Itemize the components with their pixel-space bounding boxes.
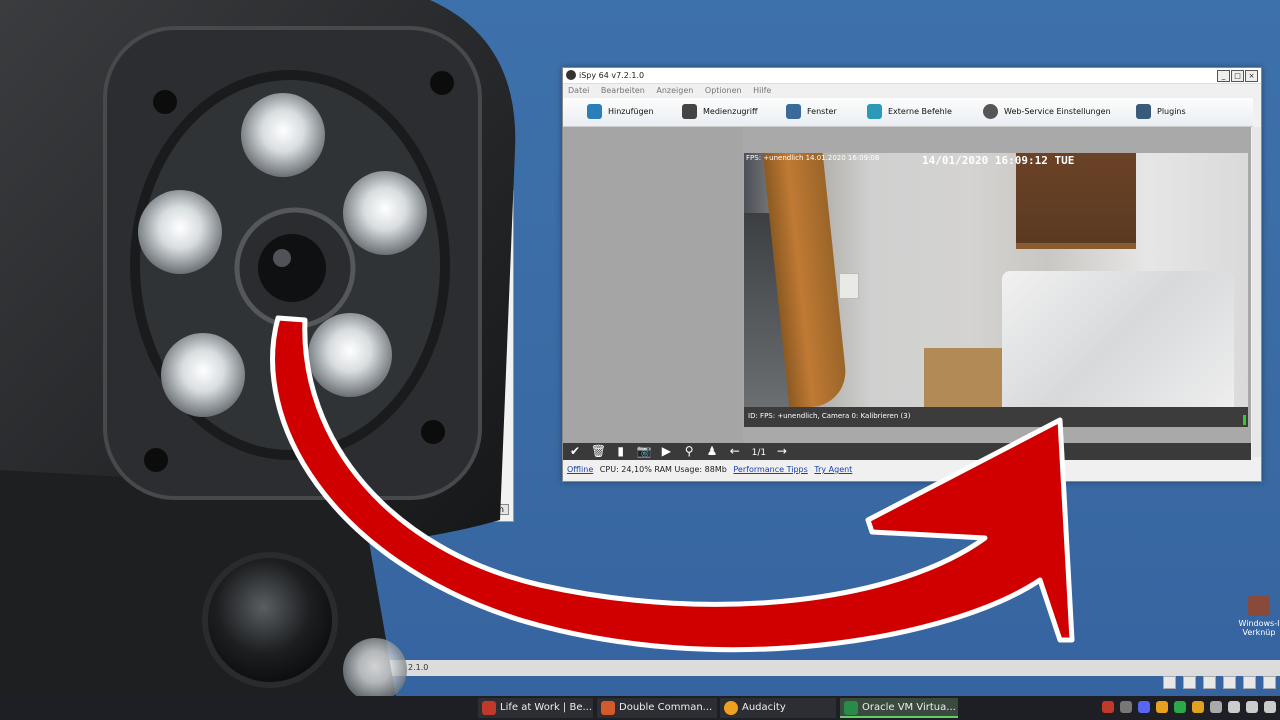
check-tray-icon[interactable]: [1174, 701, 1186, 713]
desktop-shortcut-label: Windows-I Verknüp: [1238, 619, 1280, 637]
arrow-left-icon[interactable]: ←: [728, 443, 742, 460]
feed-shelf: [1016, 153, 1136, 249]
task-label: Audacity: [742, 702, 786, 713]
task-oracle-vm[interactable]: Oracle VM Virtua...: [840, 698, 958, 718]
menu-optionen[interactable]: Optionen: [705, 86, 742, 95]
try-agent-link[interactable]: Try Agent: [814, 465, 852, 474]
vivaldi-icon: [482, 701, 496, 715]
save-icon[interactable]: ▮: [614, 443, 628, 460]
page-indicator: 1/1: [751, 448, 767, 458]
external-commands-icon: [867, 104, 882, 119]
cpu-usage: CPU: 24,10% RAM Usage: 88Mb: [599, 465, 727, 474]
menu-bearbeiten[interactable]: Bearbeiten: [601, 86, 645, 95]
menu-hilfe[interactable]: Hilfe: [753, 86, 771, 95]
tray-icon[interactable]: [1183, 676, 1196, 689]
ispy-window: iSpy 64 v7.2.1.0 _ □ × Datei Bearbeiten …: [562, 67, 1262, 482]
background-version-bar: 2.1.0: [380, 660, 1280, 676]
taskbar: Life at Work | Be... Double Comman... Au…: [0, 696, 1280, 720]
toolbar-window-label: Fenster: [807, 107, 837, 116]
camera-view[interactable]: FPS: +unendlich 14.01.2020 16:09:08 14/0…: [744, 153, 1248, 427]
camera-fps-overlay: FPS: +unendlich 14.01.2020 16:09:08: [746, 154, 880, 162]
camera-status: ID: FPS: +unendlich, Camera 0: Kalibrier…: [748, 412, 911, 420]
tray-icon[interactable]: [1243, 676, 1256, 689]
arrow-right-icon[interactable]: →: [775, 443, 789, 460]
background-window: nnen: [380, 190, 514, 522]
task-audacity[interactable]: Audacity: [720, 698, 836, 718]
toolbar-plugins-label: Plugins: [1157, 107, 1186, 116]
feed-light-switch: [839, 273, 859, 299]
task-label: Life at Work | Be...: [500, 702, 593, 713]
task-double-commander[interactable]: Double Comman...: [597, 698, 717, 718]
tray-app-icon[interactable]: [1192, 701, 1204, 713]
status-bar: Offline CPU: 24,10% RAM Usage: 88Mb Perf…: [563, 463, 1261, 477]
user-icon[interactable]: ♟: [705, 443, 719, 460]
plugins-icon: [1136, 104, 1151, 119]
menu-datei[interactable]: Datei: [568, 86, 589, 95]
double-commander-icon: [601, 701, 615, 715]
task-label: Oracle VM Virtua...: [862, 702, 956, 713]
shortcut-icon: [1248, 596, 1270, 616]
camera-toolbar: ✔ 🗑 ▮ 📷 ▶ ⚲ ♟ ← 1/1 →: [563, 443, 1251, 460]
window-icon: [786, 104, 801, 119]
system-tray: [1102, 701, 1276, 713]
minimize-button[interactable]: _: [1217, 70, 1230, 82]
toolbar-external-commands-label: Externe Befehle: [888, 107, 952, 116]
left-pane: [563, 127, 743, 443]
maximize-button[interactable]: □: [1231, 70, 1244, 82]
desktop-shortcut[interactable]: Windows-I Verknüp: [1238, 596, 1280, 637]
menu-anzeigen[interactable]: Anzeigen: [656, 86, 693, 95]
camera-timestamp: 14/01/2020 16:09:12 TUE: [922, 154, 1075, 167]
audacity-icon: [724, 701, 738, 715]
window-titlebar[interactable]: iSpy 64 v7.2.1.0 _ □ ×: [563, 68, 1261, 84]
secondary-tray: [1163, 676, 1276, 689]
microphone-icon[interactable]: [1120, 701, 1132, 713]
task-label: Double Comman...: [619, 702, 713, 713]
ispy-logo-icon: [566, 70, 576, 80]
camera-icon[interactable]: 📷: [636, 443, 651, 460]
toolbar-media-label: Medienzugriff: [703, 107, 758, 116]
web-service-icon: [983, 104, 998, 119]
background-window-button[interactable]: nnen: [478, 504, 509, 515]
close-button[interactable]: ×: [1245, 70, 1258, 82]
youtube-icon[interactable]: ▶: [659, 443, 673, 460]
tray-icon[interactable]: [1223, 676, 1236, 689]
tray-app-icon[interactable]: [1246, 701, 1258, 713]
task-life-at-work[interactable]: Life at Work | Be...: [478, 698, 593, 718]
camera-feed: FPS: +unendlich 14.01.2020 16:09:08 14/0…: [744, 153, 1248, 407]
toolbar-web-service-label: Web-Service Einstellungen: [1004, 107, 1111, 116]
printer-icon[interactable]: [1228, 701, 1240, 713]
feed-plastic-bag: [1002, 271, 1234, 407]
media-icon: [682, 104, 697, 119]
discord-icon[interactable]: [1138, 701, 1150, 713]
menu-bar: Datei Bearbeiten Anzeigen Optionen Hilfe: [563, 84, 1261, 97]
check-icon[interactable]: ✔: [568, 443, 582, 460]
tray-app-icon[interactable]: [1156, 701, 1168, 713]
tray-icon[interactable]: [1203, 676, 1216, 689]
tray-icon[interactable]: [1163, 676, 1176, 689]
tray-app-icon[interactable]: [1264, 701, 1276, 713]
performance-tips-link[interactable]: Performance Tipps: [733, 465, 807, 474]
toolbar-add-label: Hinzufügen: [608, 107, 654, 116]
search-icon[interactable]: ⚲: [682, 443, 696, 460]
tray-icon[interactable]: [1263, 676, 1276, 689]
add-icon: [587, 104, 602, 119]
tray-app-icon[interactable]: [1210, 701, 1222, 713]
record-icon[interactable]: [1102, 701, 1114, 713]
virtualbox-icon: [844, 701, 858, 715]
offline-link[interactable]: Offline: [567, 465, 593, 474]
vertical-scrollbar[interactable]: [1252, 127, 1261, 457]
feed-floor: [924, 348, 1014, 407]
camera-active-indicator: [1243, 415, 1246, 425]
trash-icon[interactable]: 🗑: [591, 443, 606, 460]
main-toolbar: Hinzufügen Medienzugriff Fenster Externe…: [563, 98, 1253, 127]
window-title: iSpy 64 v7.2.1.0: [579, 71, 645, 80]
